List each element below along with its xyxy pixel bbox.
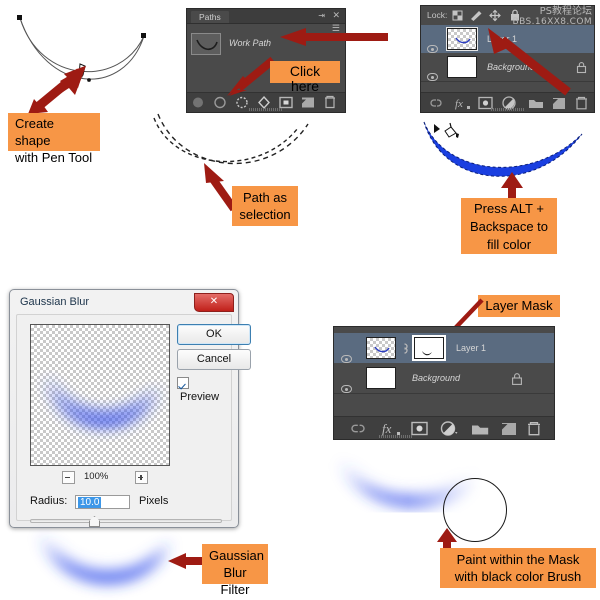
- arrow-create-shape: [28, 66, 86, 114]
- tab-paths[interactable]: Paths: [191, 11, 229, 23]
- preview-label: Preview: [180, 391, 220, 403]
- blurred-blue-curve: [40, 532, 170, 584]
- paint-bucket-cursor: [434, 122, 459, 138]
- layer-visibility-eye-icon[interactable]: [341, 355, 352, 363]
- arrow-work-path: [280, 28, 388, 46]
- preview-checkbox[interactable]: [177, 377, 189, 389]
- arrow-layer1-thumb: [488, 28, 571, 96]
- ok-button[interactable]: OK: [177, 324, 251, 345]
- close-icon[interactable]: ✕: [332, 10, 340, 21]
- tutorial-canvas: Create shape with Pen Tool Paths ⇥ ✕ ☰ W…: [0, 0, 600, 600]
- delete-layer-icon: [528, 422, 540, 436]
- layer-row-layer1-masked[interactable]: Layer 1: [334, 333, 554, 364]
- adjustment-layer-icon: [440, 421, 458, 436]
- lock-label: Lock:: [427, 10, 448, 20]
- callout-press-alt: Press ALT + Backspace to fill color: [461, 198, 557, 254]
- stroke-path-icon: [214, 96, 226, 109]
- link-layers-icon: [430, 99, 442, 107]
- background-visibility-eye-icon[interactable]: [341, 385, 352, 393]
- make-work-path-icon: [258, 95, 270, 110]
- link-layers-icon: [351, 424, 365, 433]
- layer-row-background[interactable]: Background: [334, 363, 554, 394]
- add-layer-mask-icon: [478, 96, 493, 110]
- background-thumbnail[interactable]: [447, 56, 477, 78]
- preview-zoom-row: 100%: [30, 470, 170, 484]
- new-path-icon: [302, 97, 314, 108]
- layers-panel-footer: fx: [334, 416, 554, 439]
- callout-gaussian-blur-filter: Gaussian Blur Filter: [202, 544, 268, 597]
- lock-position-icon: [489, 9, 502, 21]
- background-thumbnail[interactable]: [366, 367, 396, 389]
- background-visibility-eye-icon[interactable]: [427, 73, 438, 81]
- layers-panel-bottom[interactable]: Layer 1 Background fx: [333, 326, 555, 440]
- layer-style-fx-icon: fx: [455, 98, 463, 110]
- load-path-as-selection-icon: [236, 96, 248, 109]
- collapse-icon[interactable]: ⇥: [318, 11, 325, 20]
- radius-label: Radius:: [30, 495, 68, 507]
- delete-path-icon: [325, 95, 335, 109]
- radius-input[interactable]: 10.0: [75, 495, 130, 509]
- mask-link-icon[interactable]: [400, 342, 409, 355]
- new-layer-icon: [502, 423, 516, 435]
- gaussian-blur-dialog[interactable]: Gaussian Blur ✕ 100% OK Cancel Preview R…: [9, 289, 251, 528]
- panel-resize-grip[interactable]: [378, 435, 413, 438]
- lock-transparent-pixels-icon: [452, 10, 463, 20]
- dialog-body: 100% OK Cancel Preview Radius: 10.0 Pixe…: [16, 314, 251, 527]
- radius-unit-label: Pixels: [139, 495, 169, 507]
- close-button[interactable]: ✕: [194, 293, 234, 312]
- panel-resize-grip[interactable]: [490, 108, 525, 111]
- fill-path-icon: [193, 97, 203, 108]
- layer-name-label: Layer 1: [456, 343, 487, 353]
- path-thumbnail: [191, 33, 221, 55]
- preview-checkbox-row[interactable]: Preview: [177, 377, 231, 403]
- background-name-label: Background: [412, 373, 461, 383]
- layer-mask-thumbnail[interactable]: [412, 335, 446, 361]
- background-lock-icon: [576, 62, 587, 74]
- path-name-label: Work Path: [229, 38, 272, 48]
- layer-thumbnail[interactable]: [366, 337, 396, 359]
- background-lock-icon: [512, 373, 522, 385]
- layer-style-fx-icon: fx: [382, 421, 392, 436]
- callout-create-shape: Create shape with Pen Tool: [8, 113, 100, 165]
- panel-resize-grip[interactable]: [249, 108, 283, 111]
- zoom-in-button[interactable]: [135, 471, 149, 484]
- dialog-title: Gaussian Blur: [20, 296, 90, 308]
- callout-paint-within-mask: Paint within the Mask with black color B…: [440, 548, 596, 588]
- new-layer-icon: [553, 98, 565, 109]
- blur-preview[interactable]: [30, 324, 170, 466]
- callout-layer-mask: Layer Mask: [478, 295, 560, 317]
- add-layer-mask-icon: [411, 421, 428, 436]
- add-layer-mask-icon: [283, 100, 289, 105]
- new-group-icon: [472, 425, 489, 435]
- paths-panel-titlebar: Paths ⇥ ✕ ☰: [187, 9, 345, 33]
- cancel-button[interactable]: Cancel: [177, 349, 251, 370]
- zoom-level-label: 100%: [84, 471, 109, 482]
- lock-image-pixels-icon: [471, 10, 482, 21]
- zoom-out-button[interactable]: [62, 471, 75, 484]
- callout-path-as-selection: Path as selection: [232, 186, 298, 226]
- delete-layer-icon: [576, 96, 587, 110]
- callout-click-here: Click here: [270, 61, 340, 94]
- layer-visibility-eye-icon[interactable]: [427, 45, 438, 53]
- layers-lock-bar: Lock: PS教程论坛 BBS.16XX8.COM: [421, 6, 594, 27]
- layer-thumbnail[interactable]: [446, 27, 478, 51]
- new-group-icon: [529, 100, 543, 108]
